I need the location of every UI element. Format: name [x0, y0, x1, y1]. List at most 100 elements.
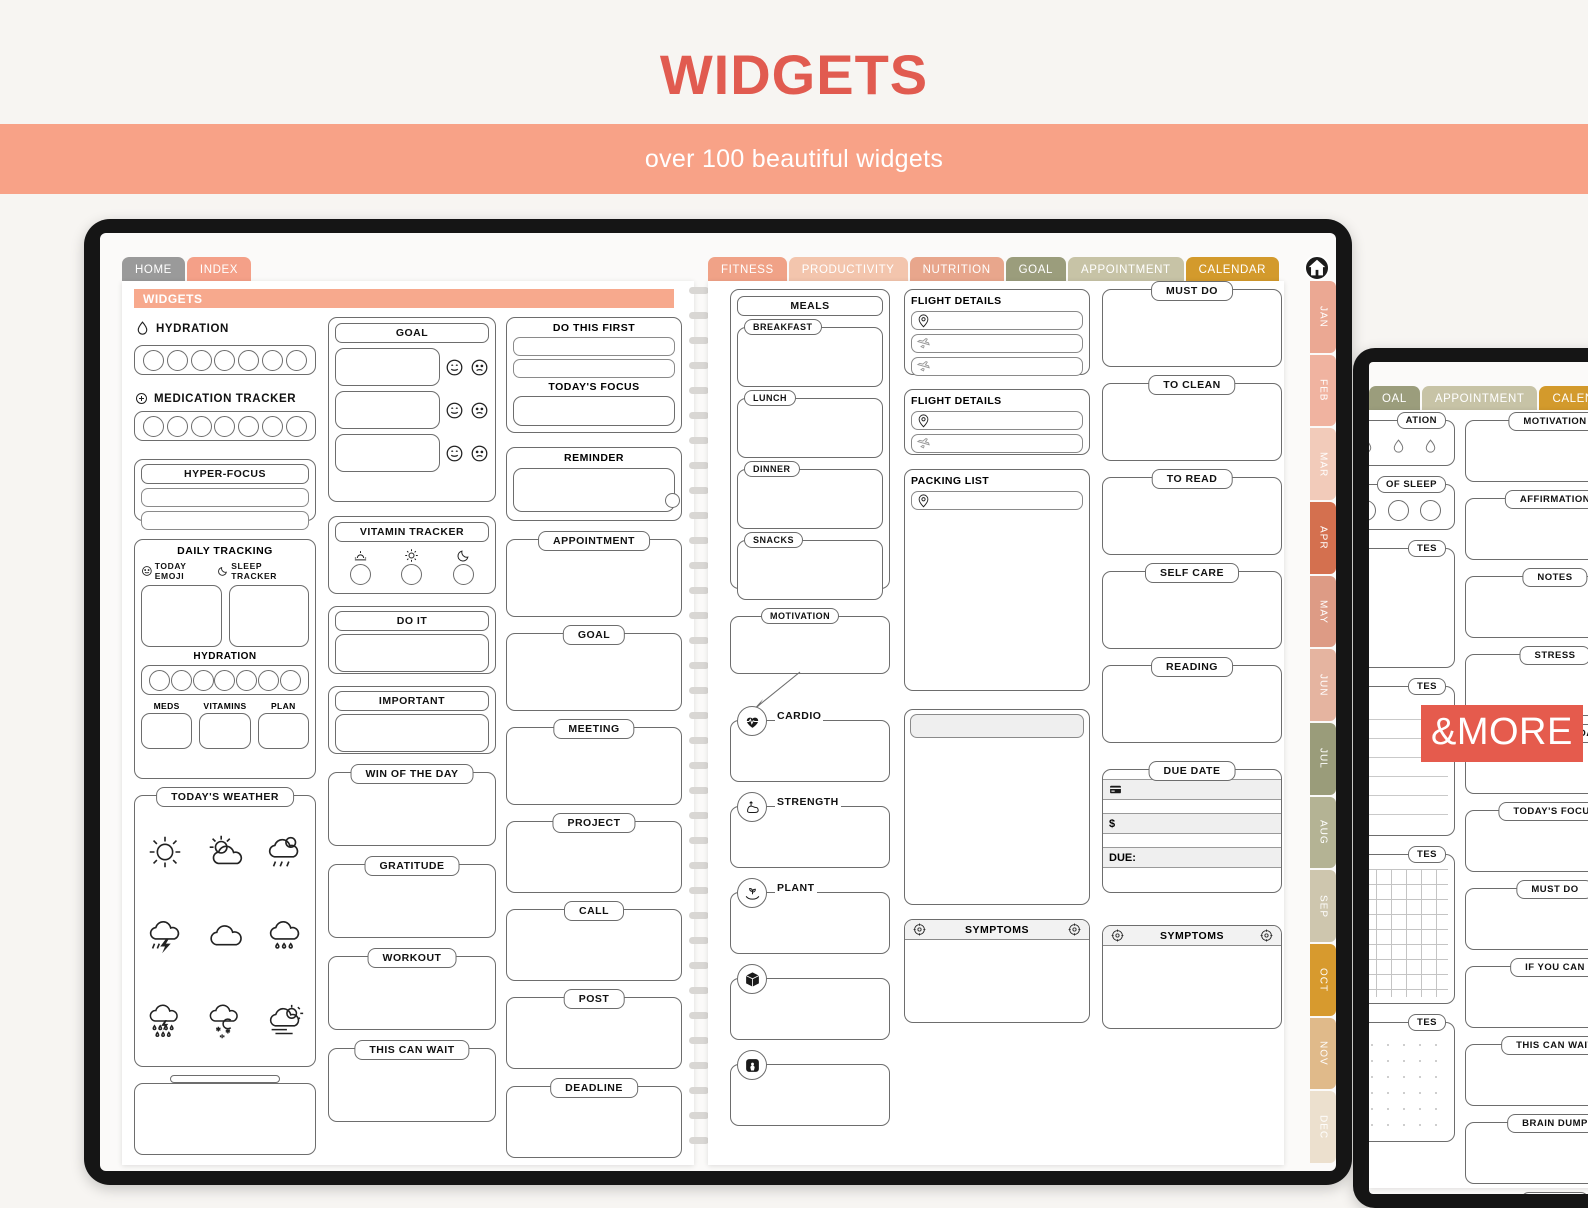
month-tab-feb[interactable]: FEB: [1310, 354, 1336, 427]
daily-tracking-widget[interactable]: DAILY TRACKING TODAY EMOJI SLEEP TRACKER…: [134, 539, 316, 779]
tab-home[interactable]: HOME: [122, 257, 185, 283]
daily-hydration-box[interactable]: [141, 665, 309, 695]
notes-gray-widget[interactable]: [904, 709, 1090, 905]
goal-widget-2[interactable]: GOAL: [506, 625, 682, 711]
tracker-circle[interactable]: [238, 415, 260, 437]
secondary-right-widget[interactable]: MOTIVATION: [1465, 412, 1588, 482]
secondary-paper-area[interactable]: [1369, 1037, 1448, 1135]
secondary-right-widget[interactable]: BRAIN DUMP: [1465, 1114, 1588, 1184]
tracker-circle[interactable]: [279, 669, 301, 691]
gratitude-widget[interactable]: GRATITUDE: [328, 856, 496, 938]
secondary-left-widget[interactable]: TES: [1369, 846, 1455, 1004]
happy-face-icon[interactable]: [445, 358, 464, 377]
month-tab-jul[interactable]: JUL: [1310, 723, 1336, 795]
important-input[interactable]: [335, 714, 489, 752]
month-tab-jan[interactable]: JAN: [1310, 281, 1336, 353]
vitamin-noon[interactable]: [401, 548, 423, 585]
due-date-due-row[interactable]: DUE:: [1103, 847, 1281, 868]
meal-section[interactable]: DINNER: [737, 461, 883, 529]
hydration-circle-row[interactable]: [135, 346, 315, 374]
happy-face-icon[interactable]: [445, 444, 464, 463]
mini-column-input[interactable]: [257, 713, 309, 749]
sleep-circle[interactable]: [1369, 499, 1377, 521]
todays-focus-input[interactable]: [513, 396, 675, 426]
hyper-focus-field-1[interactable]: [141, 488, 309, 507]
tracker-circle[interactable]: [190, 415, 212, 437]
home-icon[interactable]: [1304, 255, 1330, 281]
sad-face-icon[interactable]: [470, 401, 489, 420]
water-drop-icon[interactable]: [1369, 435, 1375, 458]
mini-column-input[interactable]: [141, 713, 193, 749]
vitamin-tracker-widget[interactable]: VITAMIN TRACKER: [328, 516, 496, 594]
project-widget[interactable]: PROJECT: [506, 813, 682, 893]
package-widget[interactable]: [730, 964, 890, 1040]
tab-nutrition[interactable]: NUTRITION: [909, 257, 1004, 283]
do-it-input[interactable]: [335, 634, 489, 672]
month-tab-sep[interactable]: SEP: [1310, 870, 1336, 943]
meeting-widget[interactable]: MEETING: [506, 719, 682, 805]
secondary-paper-area[interactable]: [1369, 869, 1448, 997]
hyper-focus-widget[interactable]: HYPER-FOCUS: [134, 459, 316, 530]
sleep-circle[interactable]: [1387, 499, 1409, 521]
sad-face-icon[interactable]: [470, 444, 489, 463]
reading-widget[interactable]: READING: [1102, 657, 1282, 743]
tab-index[interactable]: INDEX: [186, 257, 252, 283]
today-emoji-input[interactable]: [141, 585, 222, 647]
medication-circles-box[interactable]: [134, 411, 316, 441]
reminder-input[interactable]: [513, 468, 680, 512]
self-care-widget[interactable]: SELF CARE: [1102, 563, 1282, 649]
hyper-focus-field-2[interactable]: [141, 511, 309, 530]
due-date-widget[interactable]: DUE DATE $ DUE:: [1102, 761, 1282, 893]
symptoms-widget-right[interactable]: SYMPTOMS: [1102, 925, 1282, 1029]
must-do-widget[interactable]: MUST DO: [1102, 281, 1282, 367]
flight-row-location-pin-icon[interactable]: [911, 311, 1083, 330]
happy-face-icon[interactable]: [445, 401, 464, 420]
tracker-circle[interactable]: [149, 669, 171, 691]
to-clean-widget[interactable]: TO CLEAN: [1102, 375, 1282, 461]
meal-section[interactable]: SNACKS: [737, 532, 883, 600]
win-of-the-day-widget[interactable]: WIN OF THE DAY: [328, 764, 496, 846]
tab-calendar[interactable]: CALENDAR: [1539, 386, 1588, 412]
tracker-circle[interactable]: [257, 669, 279, 691]
flight-row-airplane-icon[interactable]: [911, 357, 1083, 376]
due-date-card-row[interactable]: [1103, 779, 1281, 800]
meal-section[interactable]: LUNCH: [737, 390, 883, 458]
drag-handle-circle-icon[interactable]: [665, 493, 680, 508]
meal-section[interactable]: BREAKFAST: [737, 319, 883, 387]
secondary-left-widget[interactable]: TES: [1369, 1014, 1455, 1142]
hydration-circles-box[interactable]: [134, 345, 316, 375]
packing-list-widget[interactable]: PACKING LIST: [904, 469, 1090, 691]
podcast-widget[interactable]: [730, 1050, 890, 1126]
tab-goal[interactable]: GOAL: [1005, 257, 1066, 283]
tracker-circle[interactable]: [143, 349, 165, 371]
tab-productivity[interactable]: PRODUCTIVITY: [788, 257, 908, 283]
strength-widget[interactable]: STRENGTH: [730, 792, 890, 868]
vitamin-night[interactable]: [452, 548, 474, 585]
tracker-circle[interactable]: [214, 669, 236, 691]
sleep-circle[interactable]: [1420, 499, 1442, 521]
tab-fitness[interactable]: FITNESS: [708, 257, 787, 283]
tab-appointment[interactable]: APPOINTMENT: [1421, 386, 1538, 412]
cardio-widget[interactable]: CARDIO: [730, 706, 890, 782]
deadline-widget[interactable]: DEADLINE: [506, 1078, 682, 1158]
tracker-circle[interactable]: [236, 669, 258, 691]
tracker-circle[interactable]: [167, 415, 189, 437]
tracker-circle[interactable]: [261, 415, 283, 437]
flight-details-widget-1[interactable]: FLIGHT DETAILS: [904, 289, 1090, 376]
tracker-circle[interactable]: [192, 669, 214, 691]
this-can-wait-widget[interactable]: THIS CAN WAIT: [328, 1040, 496, 1122]
flight-row-location-pin-icon[interactable]: [911, 411, 1083, 430]
call-widget[interactable]: CALL: [506, 901, 682, 981]
tracker-circle[interactable]: [214, 415, 236, 437]
tab-calendar[interactable]: CALENDAR: [1185, 257, 1280, 283]
tracker-circle[interactable]: [285, 415, 307, 437]
sleep-tracker-input[interactable]: [228, 585, 309, 647]
do-this-first-field-2[interactable]: [513, 359, 675, 378]
month-tab-oct[interactable]: OCT: [1310, 944, 1336, 1016]
vitamin-noon-circle[interactable]: [401, 564, 423, 585]
appointment-widget[interactable]: APPOINTMENT: [506, 531, 682, 617]
notes-gray-header[interactable]: [910, 714, 1084, 738]
secondary-right-widget[interactable]: AFFIRMATION: [1465, 490, 1588, 560]
secondary-right-widget[interactable]: NOTES: [1465, 568, 1588, 638]
secondary-left-widget[interactable]: OF SLEEP: [1369, 476, 1455, 530]
